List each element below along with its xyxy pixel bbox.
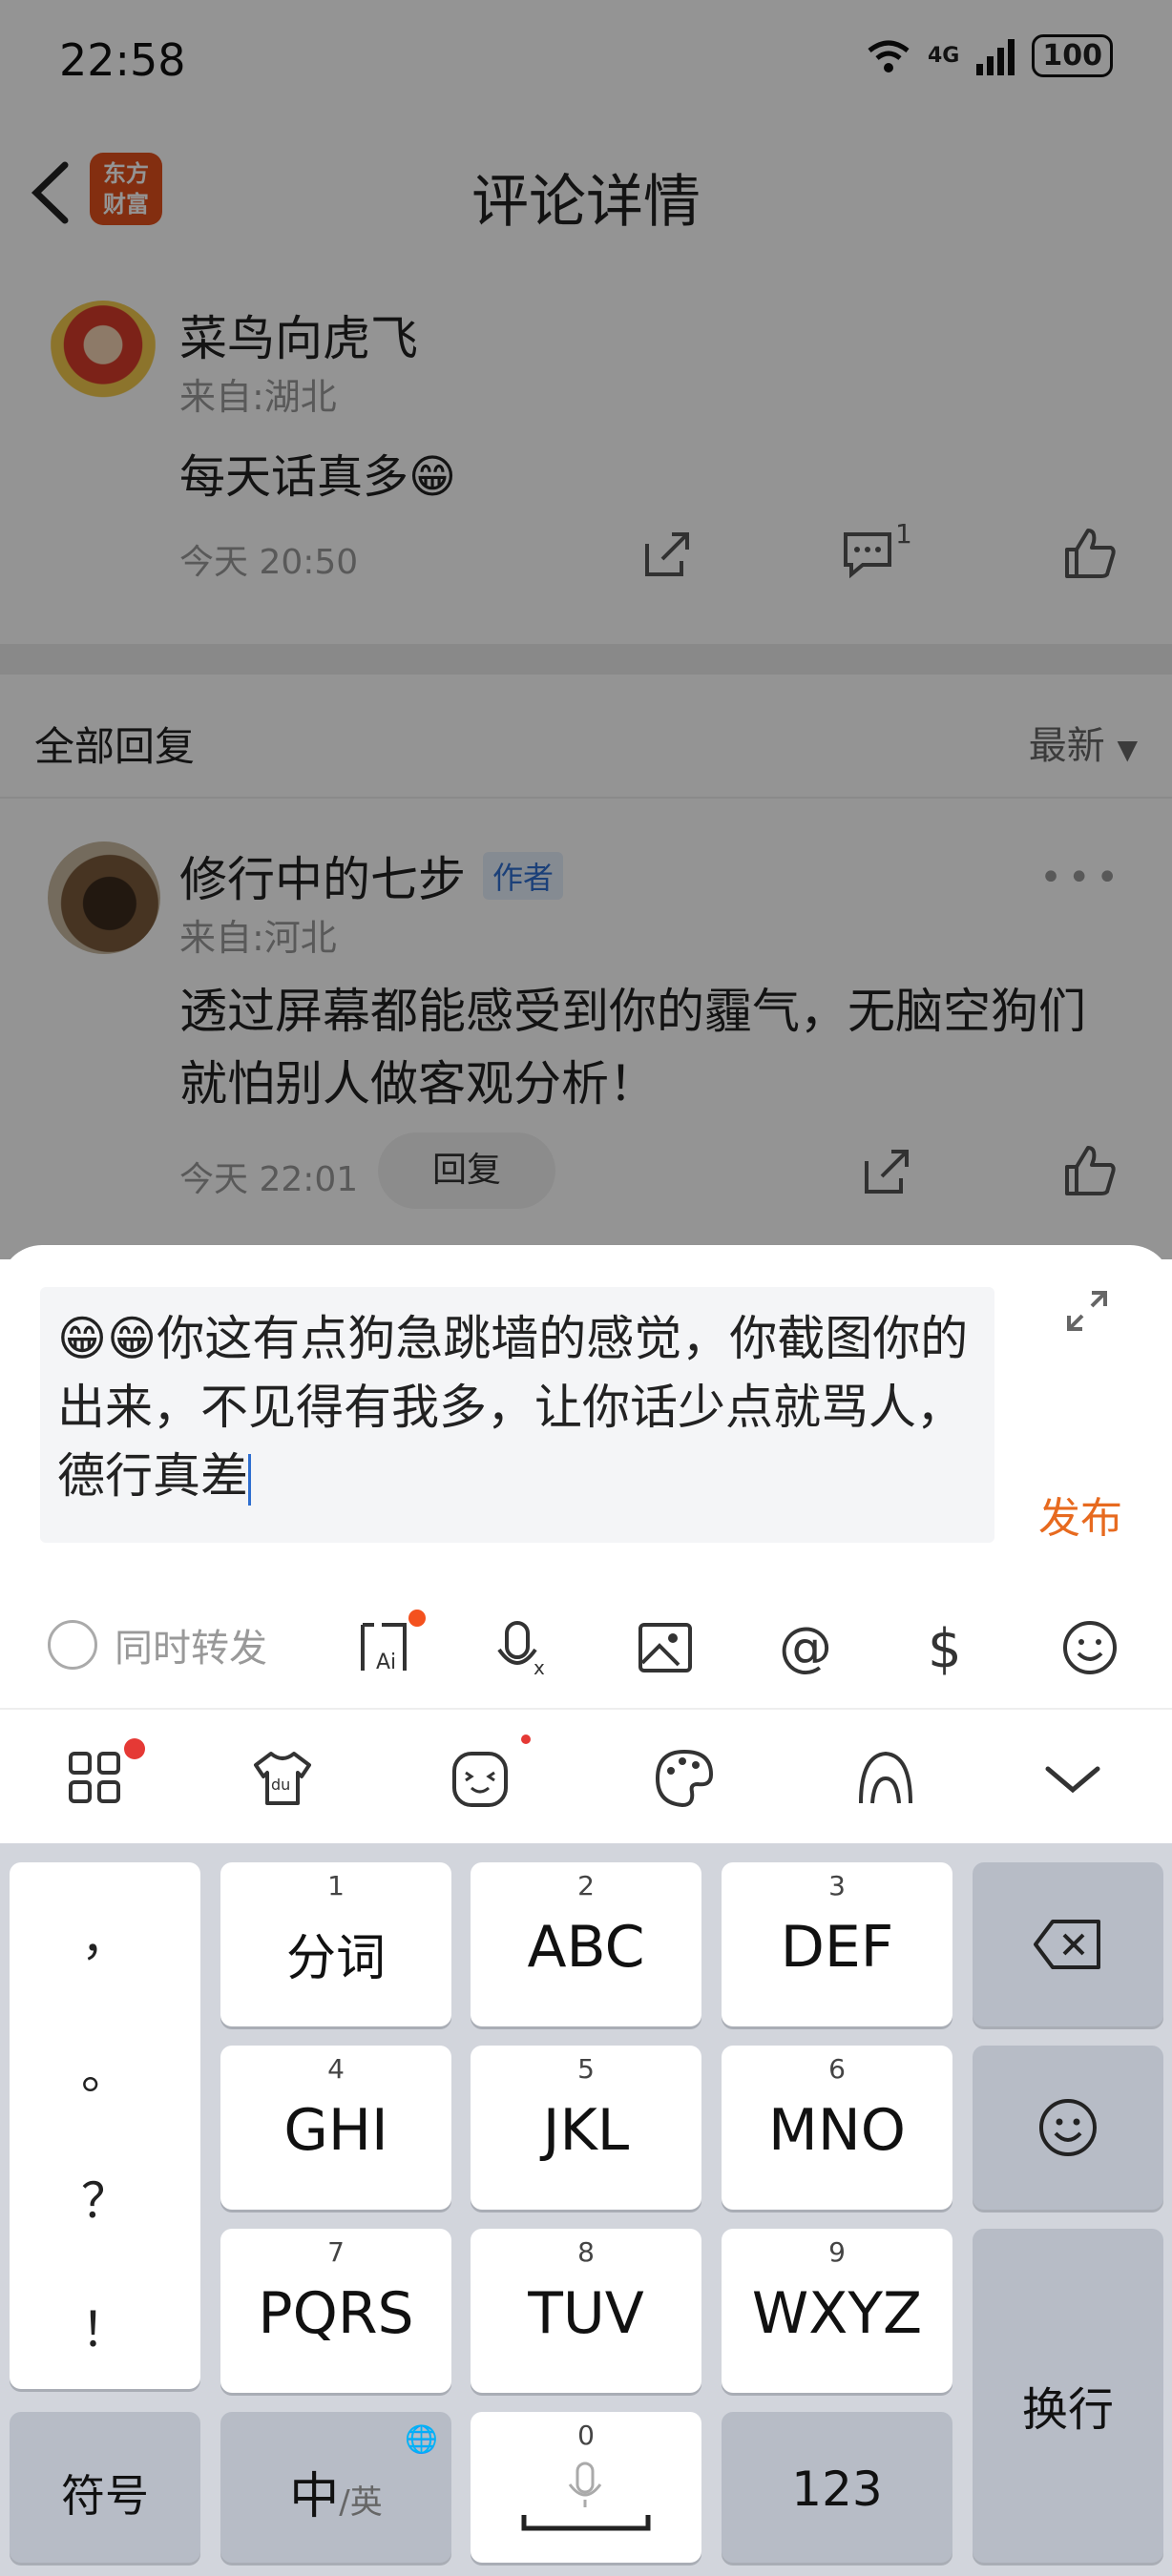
punct-period[interactable]: 。 [10,2034,200,2103]
enter-key[interactable]: 换行 [973,2229,1163,2563]
notification-dot [521,1735,531,1744]
text-caret [248,1453,251,1506]
key-label: GHI [283,2097,388,2164]
svg-text:$: $ [928,1618,962,1678]
lang-main: 中 [289,2468,340,2525]
emoji-icon [1039,2099,1097,2156]
lang-alt: /英 [339,2483,383,2522]
dollar-icon[interactable]: $ [916,1617,977,1678]
key-3[interactable]: 3 DEF [722,1862,952,2026]
skin-icon[interactable]: du [250,1746,315,1811]
key-label: MNO [768,2097,906,2164]
key-number: 3 [828,1870,846,1901]
notification-dot [124,1738,145,1759]
svg-text:x: x [534,1656,545,1678]
sticker-icon[interactable] [449,1746,513,1811]
numbers-label: 123 [791,2462,883,2517]
globe-icon: 🌐 [405,2423,438,2455]
microphone-icon [568,2462,602,2507]
symbol-key[interactable]: 符号 [10,2412,200,2563]
apps-grid-icon[interactable] [63,1746,128,1811]
punct-exclamation[interactable]: ！ [10,2292,200,2360]
voice-to-text-icon[interactable]: x [493,1617,555,1678]
key-number: 9 [828,2236,846,2268]
svg-text:@: @ [779,1617,832,1678]
ai-ask-icon[interactable]: Ai [353,1617,414,1678]
key-number: 0 [577,2420,595,2451]
key-label: PQRS [258,2280,414,2347]
key-4[interactable]: 4 GHI [220,2046,451,2210]
palette-icon[interactable] [652,1746,717,1811]
expand-icon[interactable] [1063,1287,1111,1335]
key-8[interactable]: 8 TUV [471,2229,701,2393]
key-2[interactable]: 2 ABC [471,1862,701,2026]
svg-text:du: du [271,1776,290,1794]
language-switch-key[interactable]: 🌐 中/英 [220,2412,451,2563]
key-label: WXYZ [751,2280,923,2347]
composer-options: 同时转发 Ai x @ $ [0,1589,1172,1708]
key-number: 4 [327,2053,345,2085]
publish-button[interactable]: 发布 [1038,1484,1122,1545]
key-number: 5 [577,2053,595,2085]
key-label: TUV [528,2280,644,2347]
modal-backdrop[interactable] [0,0,1172,1259]
collapse-icon[interactable] [1040,1746,1105,1811]
image-icon[interactable] [635,1617,696,1678]
key-label: DEF [780,1914,894,1981]
key-number: 2 [577,1870,595,1901]
emoji-icon[interactable] [1059,1617,1120,1678]
at-icon[interactable]: @ [775,1617,836,1678]
reply-composer: 😁😁你这有点狗急跳墙的感觉，你截图你的出来，不见得有我多，让你话少点就骂人，德行… [0,1245,1172,1708]
repost-toggle[interactable]: 同时转发 [48,1617,267,1672]
punct-comma[interactable]: ， [10,1901,200,1969]
svg-text:Ai: Ai [376,1651,396,1674]
key-6[interactable]: 6 MNO [722,2046,952,2210]
punct-question[interactable]: ？ [10,2163,200,2232]
backspace-key[interactable] [973,1862,1163,2026]
key-number: 6 [828,2053,846,2085]
numbers-key[interactable]: 123 [722,2412,952,2563]
keyboard: ， 。 ？ ！ 1 分词 2 ABC 3 DEF 4 GHI 5 JKL 6 M… [0,1843,1172,2576]
enter-label: 换行 [1021,2383,1114,2437]
key-label: ABC [527,1914,645,1981]
key-number: 8 [577,2236,595,2268]
notification-dot [408,1610,426,1627]
key-5[interactable]: 5 JKL [471,2046,701,2210]
handwriting-icon[interactable] [853,1746,918,1811]
space-bar-icon [521,2515,651,2531]
key-number: 7 [327,2236,345,2268]
space-key[interactable]: 0 [471,2412,701,2563]
radio-unchecked-icon [48,1620,97,1670]
key-label: 分词 [285,1930,386,1987]
repost-label: 同时转发 [115,1627,267,1671]
ime-toolbar: du [0,1708,1172,1843]
key-9[interactable]: 9 WXYZ [722,2229,952,2393]
key-label: JKL [542,2097,630,2164]
key-7[interactable]: 7 PQRS [220,2229,451,2393]
reply-input-text: 😁😁你这有点狗急跳墙的感觉，你截图你的出来，不见得有我多，让你话少点就骂人，德行… [57,1311,969,1504]
emoji-key[interactable] [973,2046,1163,2210]
symbol-label: 符号 [61,2470,149,2522]
punctuation-key[interactable]: ， 。 ？ ！ [10,1862,200,2389]
key-1[interactable]: 1 分词 [220,1862,451,2026]
reply-input[interactable]: 😁😁你这有点狗急跳墙的感觉，你截图你的出来，不见得有我多，让你话少点就骂人，德行… [40,1287,994,1543]
backspace-icon [1034,1920,1100,1969]
key-number: 1 [327,1870,345,1901]
